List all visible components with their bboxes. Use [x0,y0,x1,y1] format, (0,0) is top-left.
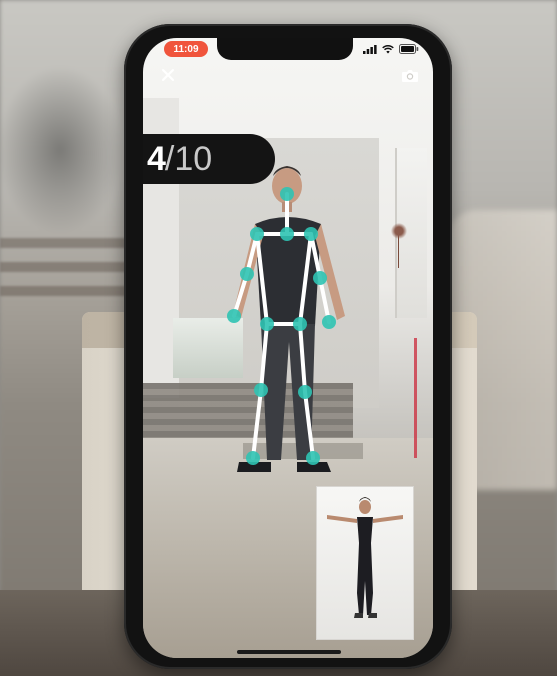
background-stair [0,286,130,296]
wifi-icon [382,44,394,53]
coach-figure [327,497,403,618]
joint-left-knee [254,383,268,397]
status-time: 11:09 [164,41,208,57]
rep-counter-total: 10 [174,139,213,178]
signal-icon [363,44,377,54]
joint-right-hip [293,317,307,331]
joint-left-elbow [240,267,254,281]
home-indicator[interactable] [237,650,341,654]
joint-right-wrist [322,315,336,329]
joint-right-shoulder [304,227,318,241]
coach-video-preview[interactable] [316,486,414,640]
joint-left-ankle [246,451,260,465]
rep-counter-separator: / [164,139,175,178]
joint-right-ankle [306,451,320,465]
background-stair [0,238,130,248]
camera-icon[interactable] [401,68,419,84]
joint-left-shoulder [250,227,264,241]
rep-counter-current: 4 [147,139,166,178]
joint-right-knee [298,385,312,399]
joint-left-wrist [227,309,241,323]
background-stair [0,262,130,272]
app-screen: 11:09 4 / 10 [143,38,433,658]
status-icons [363,44,419,54]
joint-head [280,187,294,201]
close-icon[interactable] [159,66,177,84]
joint-left-hip [260,317,274,331]
joint-neck [280,227,294,241]
status-bar: 11:09 [143,38,433,60]
joint-right-elbow [313,271,327,285]
rep-counter: 4 / 10 [143,134,275,184]
notch [217,38,353,60]
battery-icon [399,44,419,54]
